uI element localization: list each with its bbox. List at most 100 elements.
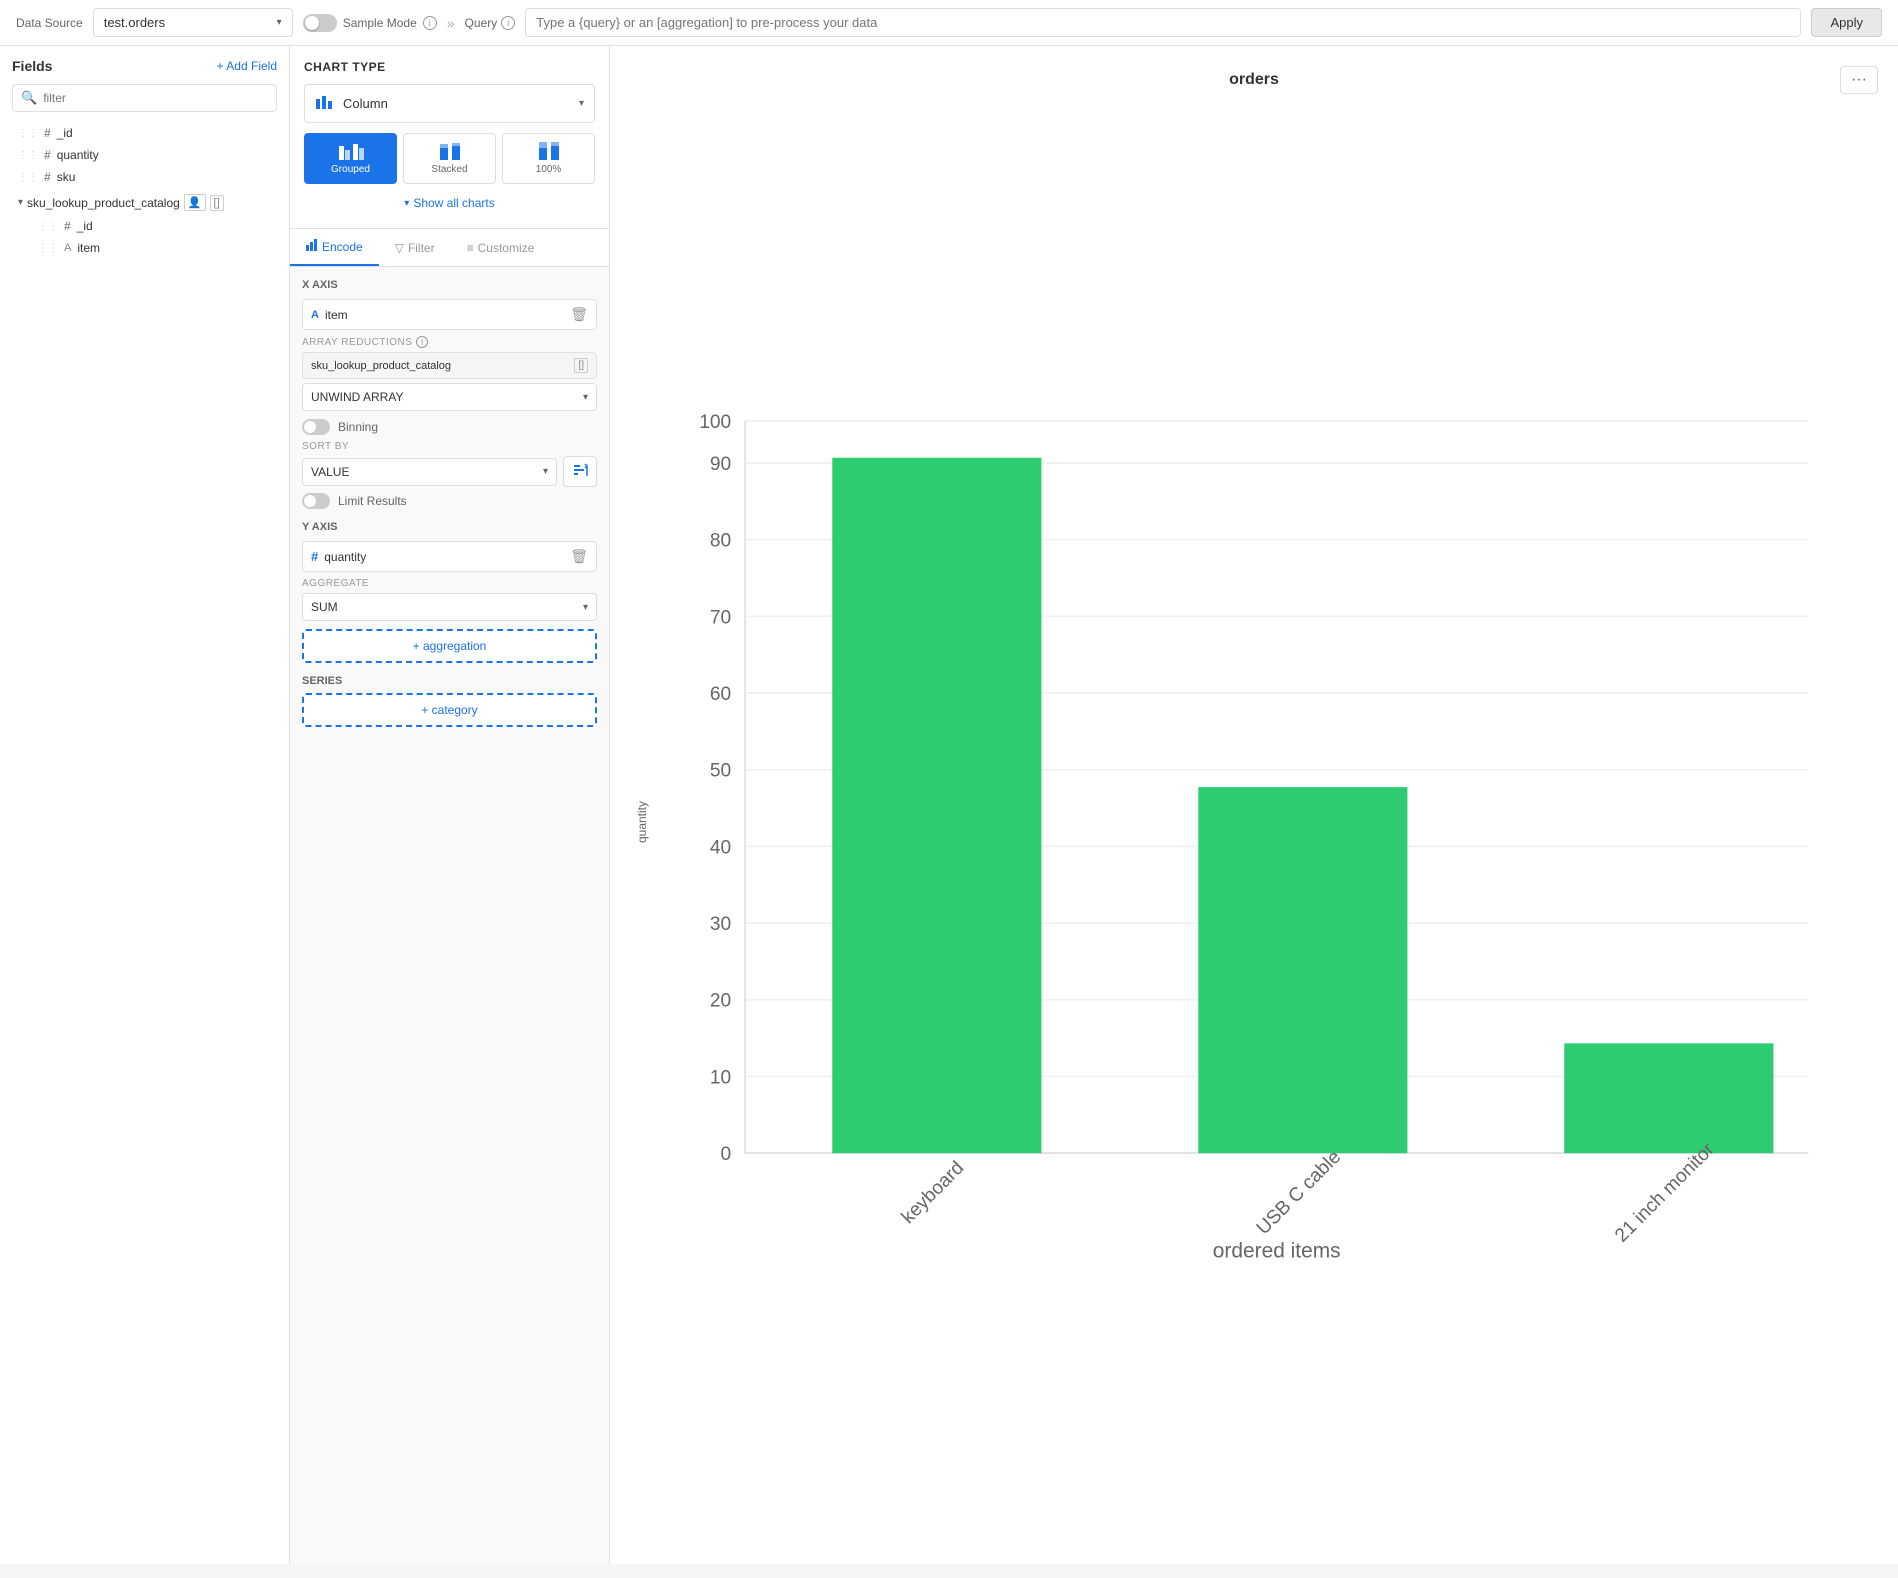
x-field-chip: A item 🗑 [302,299,597,330]
svg-text:30: 30 [710,914,731,935]
sort-value-select[interactable]: VALUE ▾ [302,458,557,486]
query-input[interactable] [525,8,1801,37]
svg-text:40: 40 [710,837,731,858]
apply-button[interactable]: Apply [1811,8,1882,37]
binning-toggle[interactable] [302,419,330,435]
aggregate-select[interactable]: SUM ▾ [302,593,597,621]
pipe-arrow-icon: » [447,15,455,31]
y-field-name: quantity [324,550,564,564]
subtype-stacked[interactable]: Stacked [403,133,496,184]
field-item-lookup-id[interactable]: ⋮⋮ # _id [32,215,277,237]
chevron-down-icon: ▾ [583,392,588,403]
tab-encode[interactable]: Encode [290,229,379,266]
encode-tab-icon [306,239,318,254]
datasource-value: test.orders [104,15,271,30]
array-reductions-info-icon[interactable]: i [416,336,428,348]
tab-filter-label: Filter [408,241,435,255]
limit-results-label: Limit Results [338,494,407,508]
svg-text:10: 10 [710,1067,731,1088]
bracket-icon: [] [210,195,224,211]
chevron-down-icon: ▾ [404,198,409,209]
svg-text:21 inch monitor: 21 inch monitor [1611,1139,1719,1247]
query-label-area: Query i [465,16,516,30]
chevron-down-icon: ▾ [579,98,584,109]
subtype-grouped-label: Grouped [331,164,370,175]
unwind-array-label: UNWIND ARRAY [311,390,403,404]
text-field-icon: A [311,309,319,321]
show-all-charts-button[interactable]: ▾ Show all charts [304,192,595,214]
subtype-100[interactable]: 100% [502,133,595,184]
tab-filter[interactable]: ▽ Filter [379,229,451,266]
subtype-grouped[interactable]: Grouped [304,133,397,184]
fields-search-input[interactable] [43,91,268,105]
customize-tab-icon: ≡ [467,241,474,255]
chart-panel: orders ··· quantity [610,46,1898,1564]
field-item-id[interactable]: ⋮⋮ # _id [12,122,277,144]
bar-usb-c-cable [1198,787,1407,1153]
svg-text:100: 100 [699,412,731,433]
x-field-name: item [325,308,564,322]
aggregate-label: AGGREGATE [302,578,597,589]
y-field-chip: # quantity 🗑 [302,541,597,572]
query-info-icon[interactable]: i [501,16,515,30]
subtype-stacked-label: Stacked [431,164,467,175]
chevron-down-icon: ▾ [543,466,548,477]
sample-mode-info-icon[interactable]: i [423,16,437,30]
bar-keyboard [832,458,1041,1153]
add-aggregation-button[interactable]: + aggregation [302,629,597,663]
sample-mode-toggle[interactable] [303,14,337,32]
field-item-sku[interactable]: ⋮⋮ # sku [12,166,277,188]
limit-toggle[interactable] [302,493,330,509]
field-name: quantity [57,148,99,162]
svg-text:90: 90 [710,454,731,475]
delete-y-field-icon[interactable]: 🗑 [570,548,588,565]
show-all-label: Show all charts [413,196,494,210]
tab-encode-label: Encode [322,240,363,254]
unwind-array-select[interactable]: UNWIND ARRAY ▾ [302,383,597,411]
sample-mode-label: Sample Mode [343,16,417,30]
chart-type-selector[interactable]: Column ▾ [304,84,595,123]
chart-options-button[interactable]: ··· [1840,66,1878,94]
aggregate-value-label: SUM [311,600,338,614]
svg-text:60: 60 [710,684,731,705]
field-name: _id [77,219,93,233]
delete-field-icon[interactable]: 🗑 [570,306,588,323]
person-icon: 👤 [184,194,206,211]
svg-text:70: 70 [710,607,731,628]
add-category-button[interactable]: + category [302,693,597,727]
text-icon: A [64,242,71,254]
field-item-lookup[interactable]: ▾ sku_lookup_product_catalog 👤 [] [12,190,277,215]
y-axis-label: Y Axis [302,521,597,533]
search-icon: 🔍 [21,90,37,106]
array-reductions-label: ARRAY REDUCTIONS i [302,336,597,348]
chart-type-label: Column [343,96,571,111]
svg-text:keyboard: keyboard [898,1158,969,1229]
hash-icon: # [44,126,51,140]
sample-mode-toggle-area: Sample Mode i [303,14,437,32]
bar-chart-svg: 0 10 20 30 40 50 60 70 80 90 100 keyboar… [658,104,1878,1540]
field-name: _id [57,126,73,140]
bracket-icon: [] [574,358,588,373]
drag-handle-icon: ⋮⋮ [18,172,38,183]
datasource-select[interactable]: test.orders ▾ [93,8,293,37]
svg-text:ordered items: ordered items [1213,1240,1341,1263]
field-item-lookup-item[interactable]: ⋮⋮ A item [32,237,277,259]
chevron-down-icon: ▾ [583,602,588,613]
hash-field-icon: # [311,549,318,564]
chevron-down-icon: ▾ [277,17,282,28]
sort-order-button[interactable] [563,456,597,487]
hash-icon: # [44,170,51,184]
lookup-field-name: sku_lookup_product_catalog [27,196,180,210]
tab-customize-label: Customize [478,241,535,255]
fields-panel: Fields + Add Field 🔍 ⋮⋮ # _id ⋮⋮ # quant… [0,46,290,1564]
tab-customize[interactable]: ≡ Customize [451,229,551,266]
hash-icon: # [64,219,71,233]
chevron-down-icon: ▾ [18,197,23,208]
add-field-button[interactable]: + Add Field [217,59,277,73]
drag-handle-icon: ⋮⋮ [18,150,38,161]
fields-search-box[interactable]: 🔍 [12,84,277,112]
svg-text:USB C cable: USB C cable [1253,1147,1345,1239]
bar-21-inch-monitor [1564,1043,1773,1153]
field-item-quantity[interactable]: ⋮⋮ # quantity [12,144,277,166]
svg-text:0: 0 [721,1144,732,1165]
